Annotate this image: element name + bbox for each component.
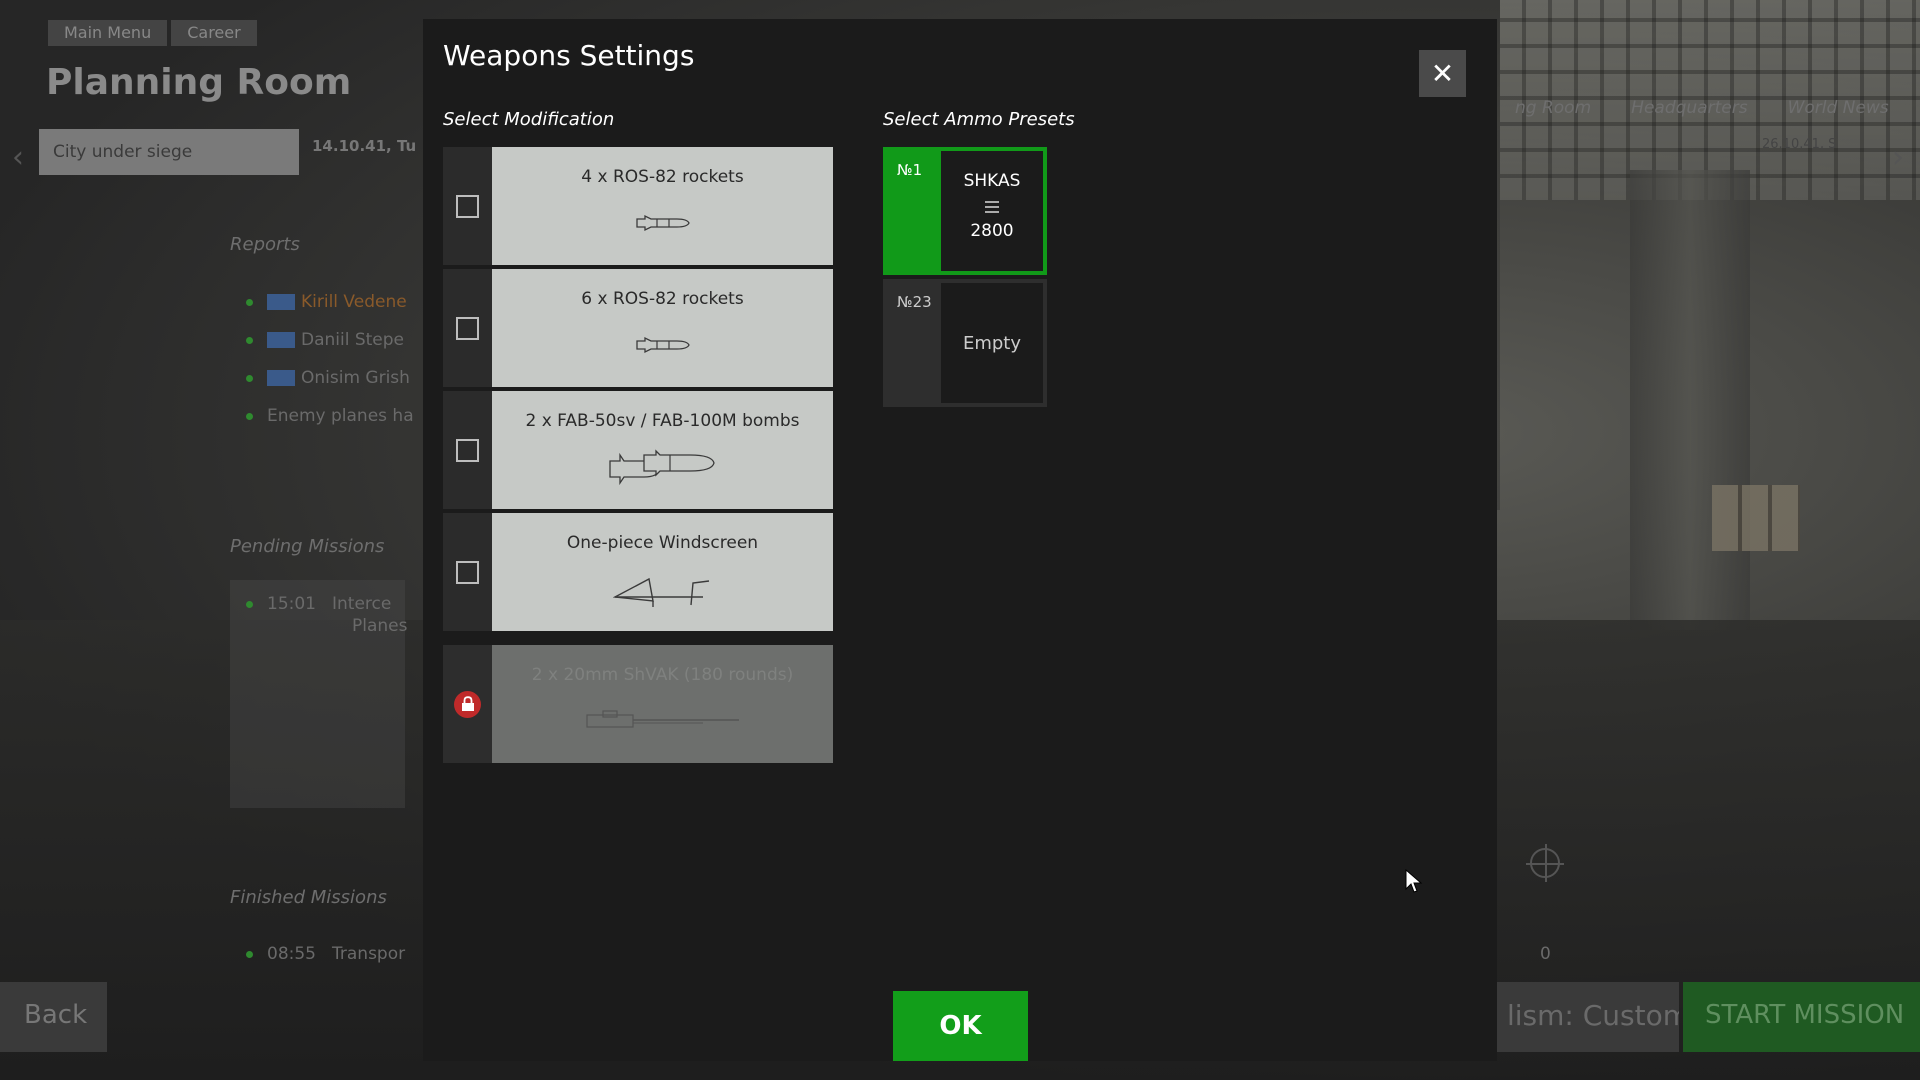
campaign-date: 14.10.41, Tu (312, 137, 417, 155)
modification-label: 2 x FAB-50sv / FAB-100M bombs (525, 411, 800, 431)
ammo-belt-icon (985, 201, 999, 213)
page-title: Planning Room (46, 62, 352, 103)
mouse-cursor-icon (1405, 869, 1423, 893)
ammo-preset-slot[interactable]: №23 Empty (883, 279, 1047, 407)
weapons-settings-dialog: Weapons Settings ✕ Select Modification S… (423, 19, 1497, 1061)
modification-item[interactable]: 6 x ROS-82 rockets (443, 269, 833, 387)
modification-checkbox[interactable] (456, 316, 479, 340)
select-modification-label: Select Modification (443, 109, 615, 130)
chevron-right-icon[interactable]: › (1892, 140, 1904, 175)
pending-missions-heading: Pending Missions (230, 536, 385, 557)
cannon-icon (585, 710, 739, 728)
pending-mission-name-2: Planes (352, 616, 408, 636)
campaign-date-right: 26.10.41, S (1762, 137, 1837, 152)
modification-label: 2 x 20mm ShVAK (180 rounds) (531, 665, 794, 685)
bomb-icon (608, 449, 715, 486)
modification-label: One-piece Windscreen (566, 533, 759, 553)
flag-icon (267, 294, 295, 310)
checkbox-column (443, 269, 492, 387)
status-dot (246, 600, 253, 608)
report-item[interactable]: Enemy planes ha (246, 406, 414, 426)
finished-missions-heading: Finished Missions (230, 887, 387, 908)
modification-item[interactable]: 2 x FAB-50sv / FAB-100M bombs (443, 391, 833, 509)
modification-label: 6 x ROS-82 rockets (581, 289, 744, 309)
modification-checkbox[interactable] (456, 194, 479, 218)
status-dot (246, 950, 253, 958)
modification-card[interactable]: One-piece Windscreen (492, 513, 833, 631)
close-button[interactable]: ✕ (1419, 50, 1466, 97)
status-dot (246, 298, 253, 306)
tab-planning-room[interactable]: ng Room (1495, 98, 1611, 118)
checkbox-column (443, 391, 492, 509)
breadcrumb-career[interactable]: Career (171, 20, 257, 46)
ok-button[interactable]: OK (893, 991, 1028, 1061)
rocket-icon (635, 214, 690, 232)
breadcrumb: Main Menu Career (48, 20, 261, 46)
back-button[interactable]: Back (0, 982, 107, 1052)
modification-checkbox[interactable] (456, 438, 479, 462)
modification-item-locked: 2 x 20mm ShVAK (180 rounds) (443, 645, 833, 763)
modification-item[interactable]: One-piece Windscreen (443, 513, 833, 631)
modification-label: 4 x ROS-82 rockets (581, 167, 744, 187)
tab-world-news[interactable]: World News (1768, 98, 1909, 118)
reports-heading: Reports (230, 234, 300, 255)
lock-column (443, 645, 492, 763)
checkbox-column (443, 147, 492, 265)
start-mission-button[interactable]: START MISSION (1683, 982, 1920, 1052)
close-icon: ✕ (1430, 57, 1455, 90)
select-ammo-presets-label: Select Ammo Presets (883, 109, 1075, 130)
dialog-title: Weapons Settings (443, 39, 695, 72)
flag-icon (267, 370, 295, 386)
ammo-preset-number: №1 (897, 161, 923, 179)
finished-mission-time: 08:55 (246, 944, 316, 964)
chevron-left-icon[interactable]: ‹ (12, 140, 24, 175)
report-item[interactable]: Kirill Vedene (246, 292, 407, 312)
ammo-preset-number: №23 (897, 293, 932, 311)
pending-mission-card[interactable] (230, 580, 405, 808)
ammo-preset-body[interactable]: SHKAS 2800 (941, 151, 1043, 271)
checkbox-column (443, 513, 492, 631)
modification-item[interactable]: 4 x ROS-82 rockets (443, 147, 833, 265)
windscreen-icon (612, 577, 709, 607)
modification-card[interactable]: 4 x ROS-82 rockets (492, 147, 833, 265)
barrels (1712, 485, 1800, 551)
hangar-pillar (1630, 170, 1750, 630)
flag-icon (267, 332, 295, 348)
top-tabs: ng Room Headquarters World News (1495, 98, 1909, 118)
ammo-empty-label: Empty (962, 333, 1022, 354)
modification-card[interactable]: 6 x ROS-82 rockets (492, 269, 833, 387)
pending-mission-time: 15:01 (246, 594, 316, 614)
ammo-preset-body[interactable]: Empty (941, 283, 1043, 403)
pending-mission-name: Interce (332, 594, 392, 614)
campaign-selector[interactable]: City under siege (39, 129, 299, 175)
modification-card: 2 x 20mm ShVAK (180 rounds) (492, 645, 833, 763)
finished-mission-name: Transpor (332, 944, 406, 964)
bottom-counter: 0 (1540, 944, 1551, 964)
lock-icon (454, 690, 481, 718)
status-dot (246, 374, 253, 382)
modification-card[interactable]: 2 x FAB-50sv / FAB-100M bombs (492, 391, 833, 509)
modification-checkbox[interactable] (456, 560, 479, 584)
ammo-preset-slot[interactable]: №1 SHKAS 2800 (883, 147, 1047, 275)
tab-headquarters[interactable]: Headquarters (1611, 98, 1767, 118)
report-item[interactable]: Onisim Grish (246, 368, 410, 388)
status-dot (246, 412, 253, 420)
ammo-count: 2800 (970, 221, 1014, 241)
breadcrumb-main-menu[interactable]: Main Menu (48, 20, 168, 46)
status-dot (246, 336, 253, 344)
ammo-gun-name: SHKAS (963, 171, 1021, 191)
realism-button[interactable]: lism: Custom (1497, 982, 1679, 1052)
report-item[interactable]: Daniil Stepe (246, 330, 404, 350)
crosshair-icon[interactable] (1526, 844, 1564, 882)
rocket-icon (635, 336, 690, 354)
